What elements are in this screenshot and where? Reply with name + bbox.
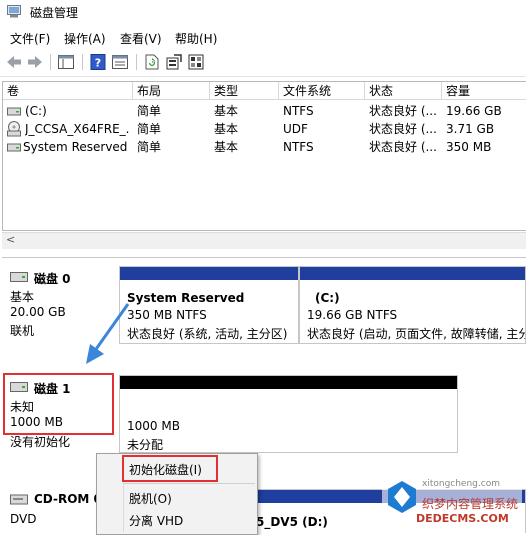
- column-header-volume[interactable]: 卷: [3, 82, 133, 100]
- menu-item-detach-vhd[interactable]: 分离 VHD: [129, 512, 183, 529]
- partition-name: System Reserved: [127, 291, 245, 305]
- table-row[interactable]: J_CCSA_X64FRE_... 简单 基本 UDF 状态良好 (... 3.…: [3, 120, 526, 138]
- svg-text:?: ?: [95, 57, 101, 70]
- forward-icon[interactable]: [25, 53, 45, 71]
- status-value: 状态良好 (...: [369, 140, 437, 154]
- settings-icon[interactable]: [186, 53, 206, 71]
- disk-1-name: 磁盘 1: [34, 382, 71, 396]
- disk-1-type: 未知: [10, 400, 35, 414]
- column-header-status[interactable]: 状态: [365, 82, 442, 100]
- type-value: 基本: [214, 104, 239, 118]
- status-value: 状态良好 (...: [369, 122, 437, 136]
- partition-c[interactable]: (C:) 19.66 GB NTFS 状态良好 (启动, 页面文件, 故障转储,…: [299, 266, 526, 344]
- toolbar-separator: [82, 54, 83, 70]
- dvd-volume-label: 5_DV5 (D:): [256, 515, 328, 529]
- disk-management-icon: [7, 5, 21, 18]
- type-value: 基本: [214, 140, 239, 154]
- hard-disk-icon: [10, 382, 28, 392]
- menu-file[interactable]: 文件(F): [8, 30, 52, 47]
- layout-value: 简单: [137, 122, 162, 136]
- partition-unallocated[interactable]: 1000 MB 未分配: [119, 375, 458, 453]
- window-title: 磁盘管理: [30, 6, 79, 20]
- dvd-drive-icon: [7, 121, 21, 137]
- menu-action[interactable]: 操作(A): [62, 30, 108, 47]
- menu-view[interactable]: 查看(V): [118, 30, 164, 47]
- watermark: 织梦内容管理系统 DEDECMS.COM xitongcheng.com: [382, 477, 522, 531]
- partition-detail: 350 MB NTFS: [127, 308, 207, 322]
- help-icon[interactable]: ?: [88, 53, 108, 71]
- column-header-filesystem[interactable]: 文件系统: [279, 82, 365, 100]
- unallocated-status: 未分配: [127, 438, 164, 452]
- disk-0-type: 基本: [10, 290, 35, 304]
- cdrom-name: CD-ROM 0: [34, 492, 102, 506]
- table-row[interactable]: (C:) 简单 基本 NTFS 状态良好 (... 19.66 GB: [3, 102, 526, 120]
- horizontal-scrollbar[interactable]: <: [2, 232, 526, 249]
- partition-header-bar: [120, 376, 457, 389]
- back-icon[interactable]: [4, 53, 24, 71]
- console-tree-icon[interactable]: [56, 53, 76, 71]
- partition-header-bar: [120, 267, 298, 280]
- menu-item-offline[interactable]: 脱机(O): [129, 490, 172, 507]
- capacity-value: 3.71 GB: [446, 122, 495, 136]
- pointer-arrow-icon: [86, 303, 130, 364]
- volume-name: System Reserved: [23, 140, 128, 154]
- scroll-left-arrow-icon[interactable]: <: [6, 233, 15, 246]
- properties-icon[interactable]: [110, 53, 130, 71]
- table-row[interactable]: System Reserved 简单 基本 NTFS 状态良好 (... 350…: [3, 138, 526, 156]
- partition-detail: 19.66 GB NTFS: [307, 308, 398, 322]
- partition-status: 状态良好 (系统, 活动, 主分区): [127, 327, 288, 341]
- unallocated-size: 1000 MB: [127, 419, 180, 433]
- toolbar-separator: [50, 54, 51, 70]
- disk-1-state: 没有初始化: [10, 435, 71, 449]
- capacity-value: 350 MB: [446, 140, 492, 154]
- disk-0-name: 磁盘 0: [34, 272, 71, 286]
- export-icon[interactable]: [164, 53, 184, 71]
- filesystem-value: NTFS: [283, 104, 314, 118]
- column-header-layout[interactable]: 布局: [133, 82, 210, 100]
- watermark-site: xitongcheng.com: [422, 479, 500, 489]
- disk-1-card[interactable]: 磁盘 1 未知 1000 MB 没有初始化: [0, 374, 116, 454]
- capacity-value: 19.66 GB: [446, 104, 502, 118]
- hard-disk-icon: [10, 272, 28, 282]
- initialize-highlight: [122, 455, 218, 482]
- volume-name: (C:): [25, 104, 47, 118]
- volume-list: 卷 布局 类型 文件系统 状态 容量 (C:) 简单 基本 NTFS 状态良好 …: [2, 81, 526, 231]
- layout-value: 简单: [137, 140, 162, 154]
- partition-name: (C:): [315, 291, 340, 305]
- partition-status: 状态良好 (启动, 页面文件, 故障转储, 主分: [307, 327, 525, 341]
- menu-separator: [124, 483, 255, 484]
- toolbar-separator: [136, 54, 137, 70]
- type-value: 基本: [214, 122, 239, 136]
- drive-icon: [7, 107, 21, 116]
- dvd-drive-icon: [10, 494, 28, 505]
- menu-bar: 文件(F) 操作(A) 查看(V) 帮助(H): [0, 27, 526, 47]
- watermark-text: 织梦内容管理系统: [422, 497, 519, 511]
- menu-help[interactable]: 帮助(H): [173, 30, 219, 47]
- filesystem-value: NTFS: [283, 140, 314, 154]
- disk-0-size: 20.00 GB: [10, 305, 66, 319]
- volume-name: J_CCSA_X64FRE_...: [25, 122, 129, 136]
- partition-system-reserved[interactable]: System Reserved 350 MB NTFS 状态良好 (系统, 活动…: [119, 266, 299, 344]
- column-header-capacity[interactable]: 容量: [442, 82, 526, 100]
- cdrom-type: DVD: [10, 512, 37, 526]
- status-value: 状态良好 (...: [369, 104, 437, 118]
- refresh-icon[interactable]: [142, 53, 162, 71]
- watermark-url: DEDECMS.COM: [416, 512, 509, 525]
- toolbar: ?: [0, 49, 526, 77]
- partition-header-bar: [300, 267, 525, 280]
- filesystem-value: UDF: [283, 122, 308, 136]
- column-header-type[interactable]: 类型: [210, 82, 279, 100]
- layout-value: 简单: [137, 104, 162, 118]
- disk-1-size: 1000 MB: [10, 415, 63, 429]
- watermark-logo-icon: [388, 481, 416, 513]
- title-bar: 磁盘管理: [0, 0, 526, 24]
- drive-icon: [7, 143, 21, 152]
- disk-0-state: 联机: [10, 324, 35, 338]
